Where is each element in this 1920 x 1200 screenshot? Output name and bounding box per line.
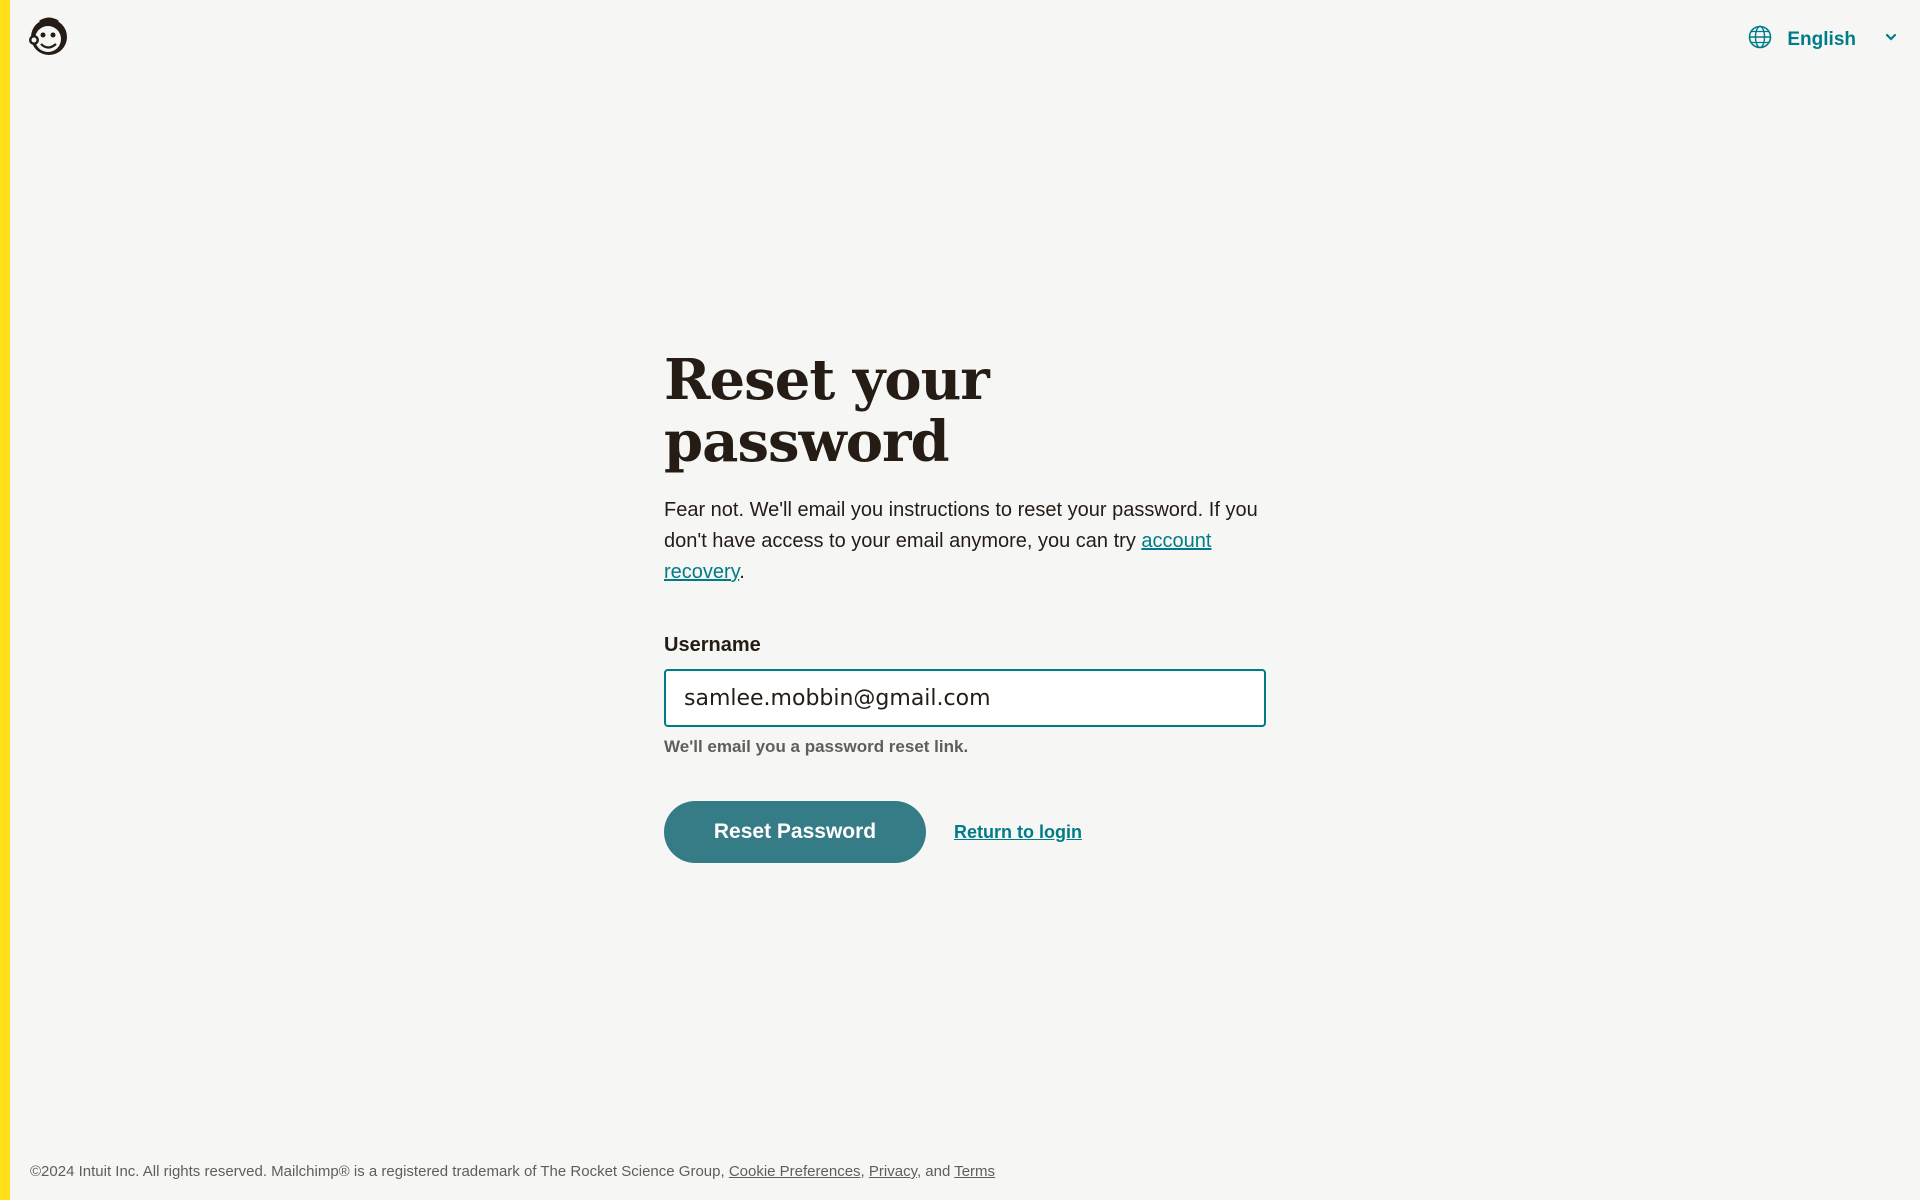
reset-password-button[interactable]: Reset Password bbox=[664, 801, 926, 864]
username-hint: We'll email you a password reset link. bbox=[664, 737, 969, 757]
mailchimp-logo-icon[interactable] bbox=[26, 14, 72, 60]
language-selector[interactable]: English bbox=[1747, 24, 1900, 56]
return-to-login-link[interactable]: Return to login bbox=[954, 822, 1082, 843]
globe-icon bbox=[1747, 24, 1773, 56]
reset-password-form: Reset your password Fear not. We'll emai… bbox=[664, 347, 1266, 864]
intro-text: Fear not. We'll email you instructions t… bbox=[664, 495, 1266, 588]
footer-copyright: ©2024 Intuit Inc. All rights reserved. M… bbox=[30, 1163, 729, 1180]
username-label: Username bbox=[664, 634, 761, 657]
username-input[interactable] bbox=[664, 669, 1266, 728]
terms-link[interactable]: Terms bbox=[954, 1163, 995, 1180]
form-actions: Reset Password Return to login bbox=[664, 801, 1266, 864]
page-title: Reset your password bbox=[664, 347, 990, 475]
intro-end: . bbox=[739, 561, 745, 584]
accent-bar bbox=[0, 0, 10, 1200]
privacy-link[interactable]: Privacy bbox=[869, 1163, 917, 1180]
footer-sep-1: , bbox=[860, 1163, 869, 1180]
chevron-down-icon bbox=[1870, 28, 1900, 52]
cookie-preferences-link[interactable]: Cookie Preferences bbox=[729, 1163, 861, 1180]
footer-sep-2: , and bbox=[916, 1163, 955, 1180]
language-label: English bbox=[1787, 29, 1856, 50]
footer: ©2024 Intuit Inc. All rights reserved. M… bbox=[30, 1163, 995, 1180]
